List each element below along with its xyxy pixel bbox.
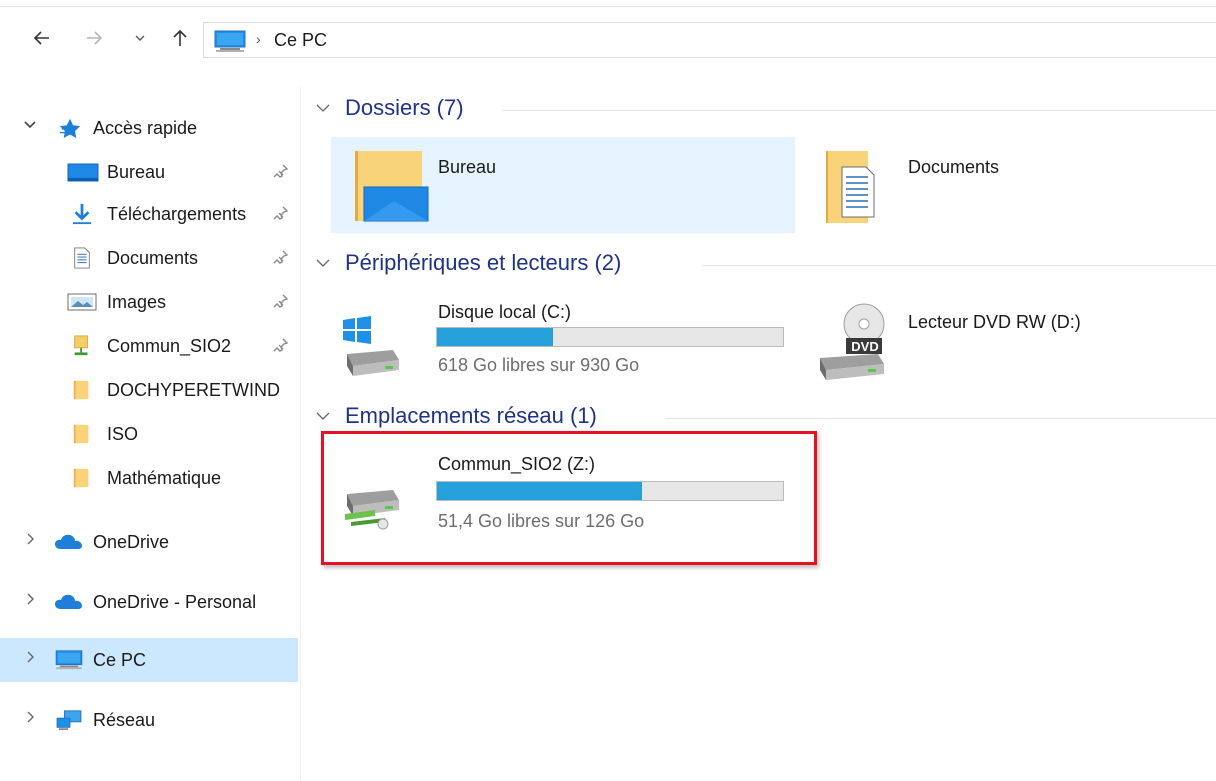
dvd-badge: DVD	[851, 339, 879, 354]
chevron-down-icon	[316, 104, 330, 112]
download-arrow-icon	[72, 203, 92, 225]
sidebar-item-iso[interactable]: ISO	[0, 414, 298, 454]
back-button[interactable]	[30, 28, 54, 52]
documents-folder-icon	[826, 151, 875, 223]
pin-icon[interactable]	[273, 293, 289, 311]
navigation-pane: Accès rapide Bureau Téléchargements Docu…	[0, 96, 300, 781]
address-bar[interactable]: › Ce PC	[203, 22, 1216, 58]
sidebar-item-label: OneDrive	[93, 532, 170, 552]
sidebar-item-label: Bureau	[107, 162, 166, 182]
up-button[interactable]	[168, 28, 192, 52]
sidebar-item-dochyperetwind[interactable]: DOCHYPERETWIND	[0, 370, 298, 410]
star-icon	[59, 118, 81, 138]
section-divider	[702, 265, 1216, 266]
pin-icon[interactable]	[273, 163, 289, 181]
chevron-right-icon[interactable]	[22, 650, 38, 670]
windows-drive-icon	[343, 316, 399, 376]
highlight-annotation-box	[321, 431, 817, 565]
sidebar-item-bureau[interactable]: Bureau	[0, 152, 298, 192]
window-top-border	[0, 6, 1216, 7]
sidebar-item-ce-pc[interactable]: Ce PC	[0, 638, 298, 682]
folder-icon	[73, 424, 89, 444]
sidebar-item-quick-access[interactable]: Accès rapide	[0, 108, 298, 148]
drive-usage-bar	[436, 327, 784, 347]
computer-icon	[55, 650, 83, 670]
section-title: Emplacements réseau (1)	[345, 403, 597, 428]
cloud-icon	[55, 594, 82, 609]
breadcrumb-separator: ›	[256, 31, 261, 47]
sidebar-item-label: Téléchargements	[107, 204, 247, 224]
folder-icon	[73, 468, 89, 488]
desktop-folder-icon	[67, 163, 99, 182]
sidebar-item-label: Documents	[107, 248, 199, 268]
sidebar-item-label: Accès rapide	[93, 118, 198, 138]
drive-name: Disque local (C:)	[438, 302, 572, 322]
section-divider	[666, 418, 1216, 419]
recent-locations-button[interactable]	[132, 28, 148, 52]
section-header-folders[interactable]: Dossiers (7)	[314, 95, 1216, 125]
image-icon	[67, 293, 97, 311]
sidebar-item-telechargements[interactable]: Téléchargements	[0, 194, 298, 234]
computer-icon	[214, 30, 246, 52]
section-header-network[interactable]: Emplacements réseau (1)	[314, 403, 1216, 433]
forward-button[interactable]	[82, 28, 106, 52]
sidebar-item-commun-sio2[interactable]: Commun_SIO2	[0, 326, 298, 366]
drive-free-space: 618 Go libres sur 930 Go	[438, 355, 640, 375]
sidebar-item-mathematique[interactable]: Mathématique	[0, 458, 298, 498]
drive-tile-c[interactable]: Disque local (C:) 618 Go libres sur 930 …	[331, 290, 795, 390]
chevron-right-icon[interactable]	[22, 592, 38, 612]
document-icon	[74, 247, 90, 269]
pin-icon[interactable]	[273, 205, 289, 223]
navigation-bar: › Ce PC	[0, 20, 1216, 60]
sidebar-item-label: Mathématique	[107, 468, 222, 488]
pin-icon[interactable]	[273, 337, 289, 355]
drive-name: Lecteur DVD RW (D:)	[908, 312, 1081, 332]
section-title: Dossiers (7)	[345, 95, 464, 120]
sidebar-divider	[300, 86, 301, 781]
pin-icon[interactable]	[273, 249, 289, 267]
folder-icon	[73, 380, 89, 400]
sidebar-item-label: OneDrive - Personal	[93, 592, 257, 612]
breadcrumb-location[interactable]: Ce PC	[274, 30, 327, 51]
chevron-right-icon[interactable]	[22, 532, 38, 552]
section-divider	[502, 110, 1216, 111]
chevron-down-icon[interactable]	[22, 118, 38, 138]
chevron-down-icon	[316, 412, 330, 420]
sidebar-item-label: Réseau	[93, 710, 156, 730]
sidebar-item-reseau[interactable]: Réseau	[0, 700, 298, 740]
network-drive-icon	[74, 335, 88, 356]
drive-tile-d[interactable]: DVD Lecteur DVD RW (D:)	[804, 290, 1204, 390]
arrow-up-icon	[173, 29, 187, 46]
chevron-down-icon	[135, 35, 145, 41]
section-title: Périphériques et lecteurs (2)	[345, 250, 622, 275]
desktop-folder-icon	[355, 151, 429, 222]
folder-tile-bureau[interactable]: Bureau	[331, 137, 795, 233]
arrow-left-icon	[33, 31, 49, 45]
arrow-right-icon	[87, 31, 103, 45]
chevron-right-icon[interactable]	[22, 710, 38, 730]
drive-usage-bar-fill	[437, 328, 553, 346]
network-icon	[56, 710, 82, 731]
sidebar-item-label: Ce PC	[93, 650, 147, 670]
sidebar-item-onedrive-personal[interactable]: OneDrive - Personal	[0, 582, 298, 622]
sidebar-item-label: Commun_SIO2	[107, 336, 232, 356]
sidebar-item-documents[interactable]: Documents	[0, 238, 298, 278]
chevron-down-icon	[316, 259, 330, 267]
folder-name: Bureau	[438, 157, 497, 177]
folder-tile-documents[interactable]: Documents	[804, 137, 1204, 233]
section-header-devices[interactable]: Périphériques et lecteurs (2)	[314, 250, 1216, 280]
folder-name: Documents	[908, 157, 1000, 177]
sidebar-item-onedrive[interactable]: OneDrive	[0, 522, 298, 562]
sidebar-item-images[interactable]: Images	[0, 282, 298, 322]
sidebar-item-label: ISO	[107, 424, 139, 444]
sidebar-item-label: Images	[107, 292, 167, 312]
cloud-icon	[55, 534, 82, 549]
sidebar-item-label: DOCHYPERETWIND	[107, 380, 281, 400]
